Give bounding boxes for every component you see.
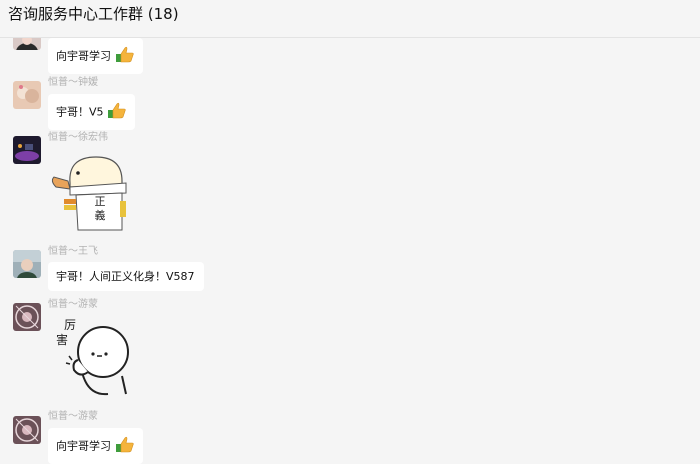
- avatar[interactable]: [13, 416, 41, 444]
- thumbs-up-stickman-sticker[interactable]: 厉 害: [48, 316, 132, 402]
- sender-name: 恒普～徐宏伟: [48, 132, 108, 143]
- sticker-text: 義: [95, 208, 106, 222]
- sender-name: 恒普～游蒙: [48, 411, 98, 422]
- message-bubble[interactable]: 宇哥！V5: [48, 94, 136, 130]
- message-bubble[interactable]: 向宇哥学习: [48, 38, 143, 74]
- chat-header: 咨询服务中心工作群 (18): [0, 0, 700, 38]
- chat-title: 咨询服务中心工作群 (18): [8, 5, 179, 23]
- message-text: 宇哥！V5: [56, 105, 104, 119]
- avatar[interactable]: [13, 250, 41, 278]
- sender-name: 恒普～王飞: [48, 246, 98, 257]
- thumbs-up-emoji-icon: [115, 46, 134, 67]
- sticker-text: 害: [56, 332, 68, 347]
- message-text: 宇哥！人间正义化身！V587: [56, 270, 195, 283]
- message-bubble[interactable]: 向宇哥学习: [48, 428, 143, 464]
- message-text: 向宇哥学习: [56, 439, 111, 453]
- thumbs-up-emoji-icon: [108, 102, 126, 123]
- sticker-text: 厉: [64, 318, 76, 332]
- sticker-text: 正: [95, 195, 106, 208]
- message-bubble[interactable]: 宇哥！人间正义化身！V587: [48, 262, 204, 291]
- sender-name: 恒普～钟嫒: [48, 77, 98, 88]
- thumbs-up-emoji-icon: [115, 436, 134, 457]
- sender-name: 恒普～游蒙: [48, 299, 98, 310]
- message-text: 向宇哥学习: [56, 49, 111, 63]
- duck-sticker[interactable]: 正 義: [48, 153, 132, 235]
- avatar[interactable]: [13, 136, 41, 164]
- avatar[interactable]: [13, 303, 41, 331]
- avatar[interactable]: [13, 81, 41, 109]
